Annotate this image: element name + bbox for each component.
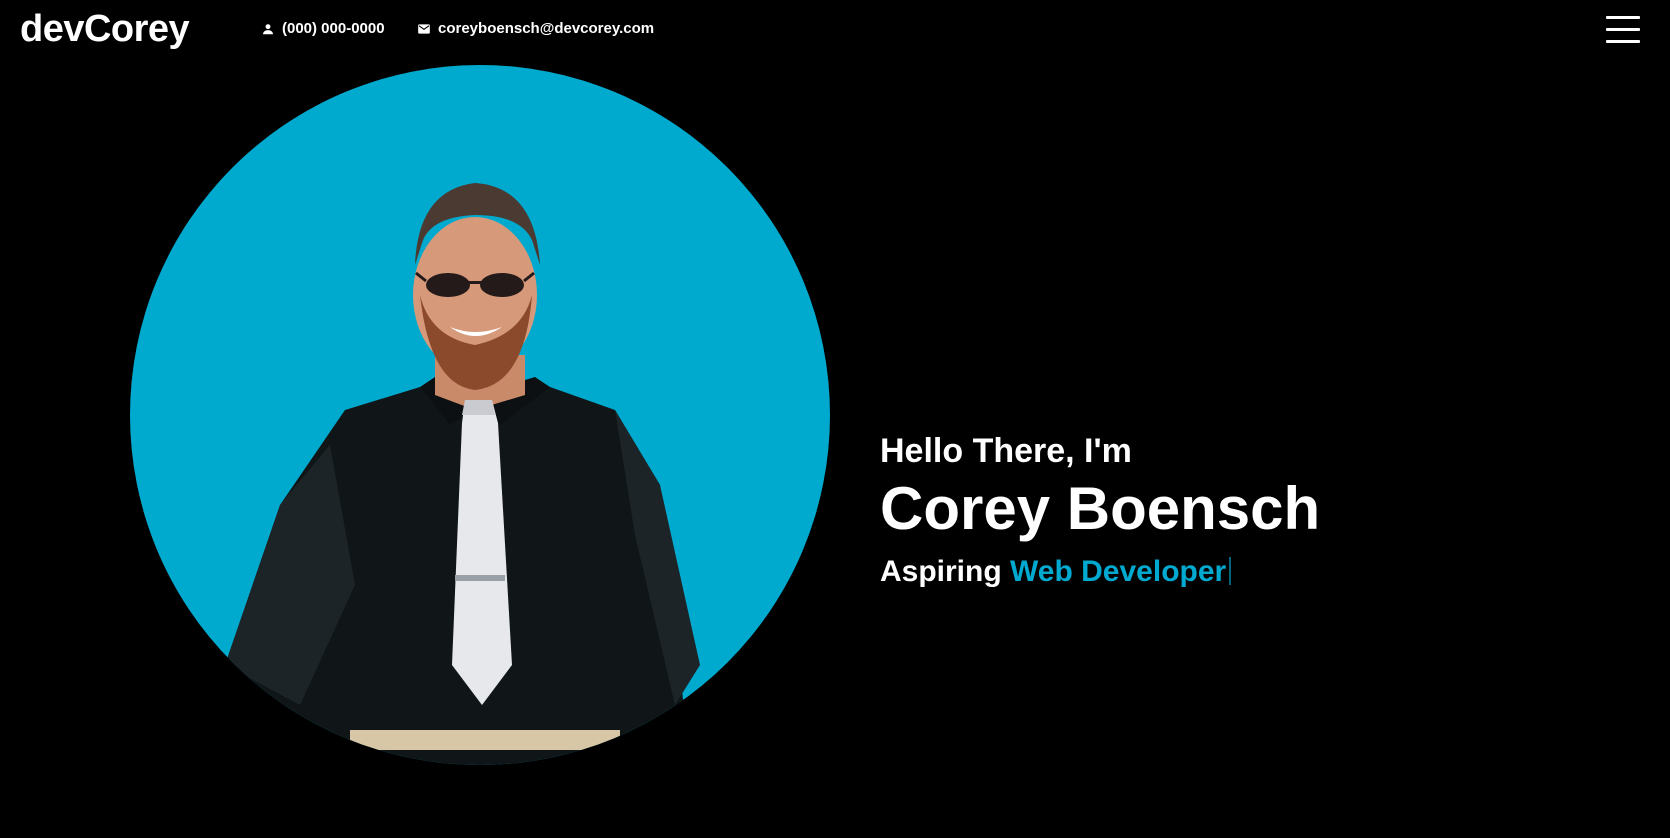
- hero-tagline: Aspiring Web Developer: [880, 552, 1580, 592]
- hamburger-menu-icon[interactable]: [1606, 15, 1640, 45]
- typing-cursor: [1229, 557, 1232, 585]
- site-header: devCorey (000) 000-0000 coreyboensch@dev…: [0, 0, 1670, 58]
- page: devCorey (000) 000-0000 coreyboensch@dev…: [0, 0, 1670, 838]
- tagline-prefix: Aspiring: [880, 555, 1002, 588]
- portrait-illustration: [130, 65, 830, 765]
- profile-portrait: [130, 65, 830, 765]
- hero-intro: Hello There, I'm Corey Boensch Aspiring …: [880, 430, 1580, 592]
- hero-greeting: Hello There, I'm: [880, 432, 1132, 470]
- phone-number: (000) 000-0000: [282, 20, 385, 37]
- person-icon: [263, 24, 273, 35]
- tagline-role: Web Developer: [1010, 555, 1227, 588]
- email-address: coreyboensch@devcorey.com: [438, 20, 655, 37]
- brand-logo-link[interactable]: devCorey: [20, 6, 190, 52]
- phone-contact[interactable]: (000) 000-0000: [261, 19, 385, 39]
- email-contact[interactable]: coreyboensch@devcorey.com: [417, 19, 654, 39]
- envelope-icon: [418, 24, 430, 34]
- hero-name: Corey Boensch: [880, 475, 1321, 542]
